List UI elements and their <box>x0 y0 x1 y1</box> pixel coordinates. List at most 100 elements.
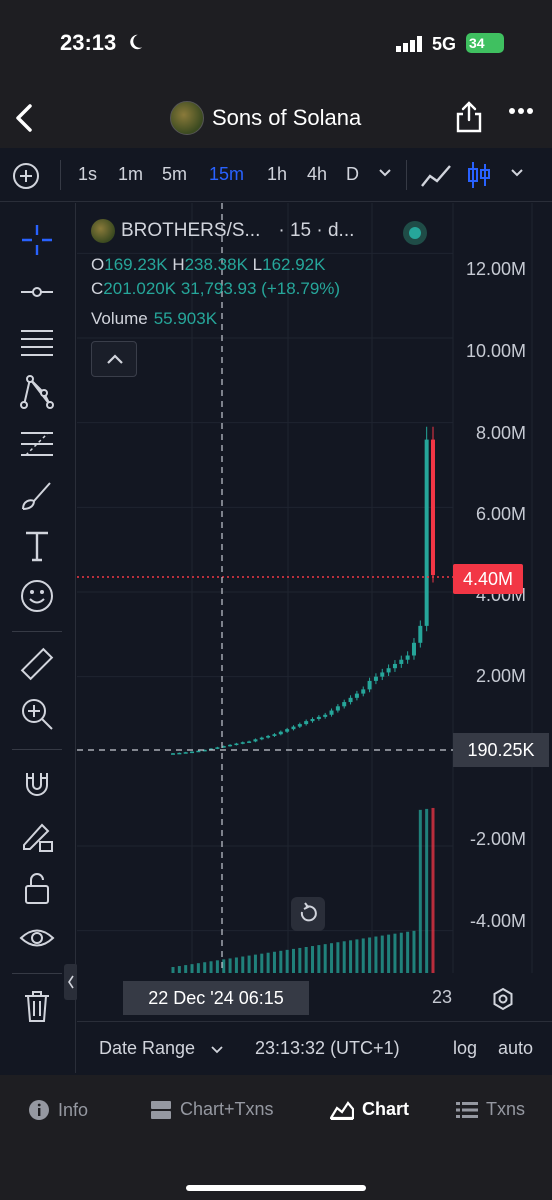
candle-body <box>418 625 423 643</box>
more-options-icon[interactable] <box>508 106 534 116</box>
change-value: 31,793.93 (+18.79%) <box>180 279 341 298</box>
volume-bar <box>222 959 226 973</box>
volume-label: Volume <box>91 309 148 328</box>
timeframe-1m[interactable]: 1m <box>118 164 143 185</box>
timeframe-1h[interactable]: 1h <box>267 164 287 185</box>
nav-txns[interactable]: Txns <box>456 1099 525 1120</box>
log-toggle[interactable]: log <box>453 1038 477 1059</box>
chevron-up-icon <box>107 354 123 364</box>
candle-body <box>348 697 353 703</box>
volume-bar <box>317 945 321 973</box>
volume-bar <box>291 948 295 973</box>
timeframe-d[interactable]: D <box>346 164 359 185</box>
volume-bar <box>272 951 276 973</box>
candle-body <box>310 719 315 722</box>
timezone-clock[interactable]: 23:13:32 (UTC+1) <box>255 1038 400 1059</box>
y-tick: 12.00M <box>465 259 526 279</box>
reset-chart-button[interactable] <box>291 897 325 931</box>
candle-body <box>196 750 201 753</box>
timeframe-5m[interactable]: 5m <box>162 164 187 185</box>
timeframe-4h[interactable]: 4h <box>307 164 327 185</box>
volume-bar <box>196 963 200 973</box>
candle-body <box>316 716 321 719</box>
candlestick-icon[interactable] <box>466 160 492 190</box>
share-icon[interactable] <box>454 100 484 134</box>
volume-bar <box>349 940 353 973</box>
volume-bar <box>330 943 334 973</box>
high-value: 238.38K <box>184 255 248 274</box>
nav-chart-txns-label: Chart+Txns <box>180 1099 274 1119</box>
line-chart-icon[interactable] <box>420 162 452 190</box>
nav-info[interactable]: Info <box>28 1099 88 1121</box>
collapse-toolbar-tab[interactable] <box>64 964 78 1000</box>
settings-icon[interactable] <box>491 987 515 1011</box>
pattern-icon[interactable] <box>18 373 56 411</box>
fib-retracement-icon[interactable] <box>18 425 56 463</box>
magnet-icon[interactable] <box>18 767 56 805</box>
horizontal-lines-icon[interactable] <box>18 323 56 361</box>
volume-bar <box>285 949 289 973</box>
open-label: O <box>91 255 105 274</box>
chevron-down-icon[interactable] <box>510 168 524 178</box>
timeframe-15m[interactable]: 15m <box>209 164 244 185</box>
time-axis[interactable]: 22 Dec '24 06:15 23 <box>77 973 552 1021</box>
chart-bottom-bar: Date Range 23:13:32 (UTC+1) log auto <box>77 1021 552 1075</box>
volume-bar <box>279 950 283 973</box>
eye-icon[interactable] <box>18 919 56 957</box>
volume-bar <box>228 958 232 973</box>
price-chart[interactable]: BROTHERS/S... · 15 · d... O169.23K H238.… <box>77 203 552 1013</box>
candle-body <box>278 731 283 735</box>
candle-body <box>285 729 290 732</box>
add-indicator-icon[interactable] <box>12 162 40 190</box>
candle-body <box>297 724 302 727</box>
x-tick: 23 <box>432 987 453 1007</box>
volume-bar <box>203 962 207 973</box>
volume-bar <box>412 930 416 973</box>
divider <box>60 160 61 190</box>
volume-bar <box>380 935 384 973</box>
volume-bar <box>215 960 219 973</box>
candle-body <box>177 752 182 755</box>
trend-line-icon[interactable] <box>18 273 56 311</box>
volume-bar <box>253 954 257 973</box>
timeframe-1s[interactable]: 1s <box>78 164 97 185</box>
lock-drawing-icon[interactable] <box>18 817 56 855</box>
nav-chart[interactable]: Chart <box>330 1099 409 1120</box>
volume-bar <box>298 947 302 973</box>
crosshair-price-tag: 190.25K <box>453 733 549 767</box>
date-range-button[interactable]: Date Range <box>99 1038 195 1059</box>
text-tool-icon[interactable] <box>18 527 56 565</box>
candle-body <box>380 672 385 677</box>
volume-bar <box>311 946 315 973</box>
back-arrow-icon[interactable] <box>10 100 40 136</box>
candle-body <box>424 439 429 626</box>
ruler-icon[interactable] <box>18 645 56 683</box>
candle-body <box>291 726 296 730</box>
chevron-down-icon[interactable] <box>211 1046 223 1054</box>
area-chart-icon <box>330 1100 354 1120</box>
emoji-icon[interactable] <box>18 577 56 615</box>
brush-icon[interactable] <box>18 477 56 515</box>
legend-symbol[interactable]: BROTHERS/S... · 15 · d... <box>91 219 354 243</box>
volume-bar <box>247 955 251 973</box>
collapse-legend-button[interactable] <box>91 341 137 377</box>
candle-body <box>247 741 252 743</box>
last-price-tag: 4.40M <box>453 564 523 594</box>
unlock-icon[interactable] <box>18 869 56 907</box>
candle-body <box>240 742 245 744</box>
candle-body <box>323 714 328 717</box>
candle-body <box>329 710 334 715</box>
y-tick: 6.00M <box>475 504 526 524</box>
candle-body <box>335 706 340 711</box>
zoom-in-icon[interactable] <box>18 695 56 733</box>
market-status-icon[interactable] <box>403 221 427 245</box>
trash-icon[interactable] <box>18 987 56 1025</box>
crosshair-icon[interactable] <box>18 221 56 259</box>
candle-body <box>228 744 233 747</box>
chevron-down-icon[interactable] <box>378 168 392 178</box>
candle-body <box>373 676 378 681</box>
nav-chart-txns[interactable]: Chart+Txns <box>150 1099 274 1120</box>
auto-toggle[interactable]: auto <box>498 1038 533 1059</box>
low-label: L <box>252 255 263 274</box>
toolbar-divider <box>12 749 62 750</box>
